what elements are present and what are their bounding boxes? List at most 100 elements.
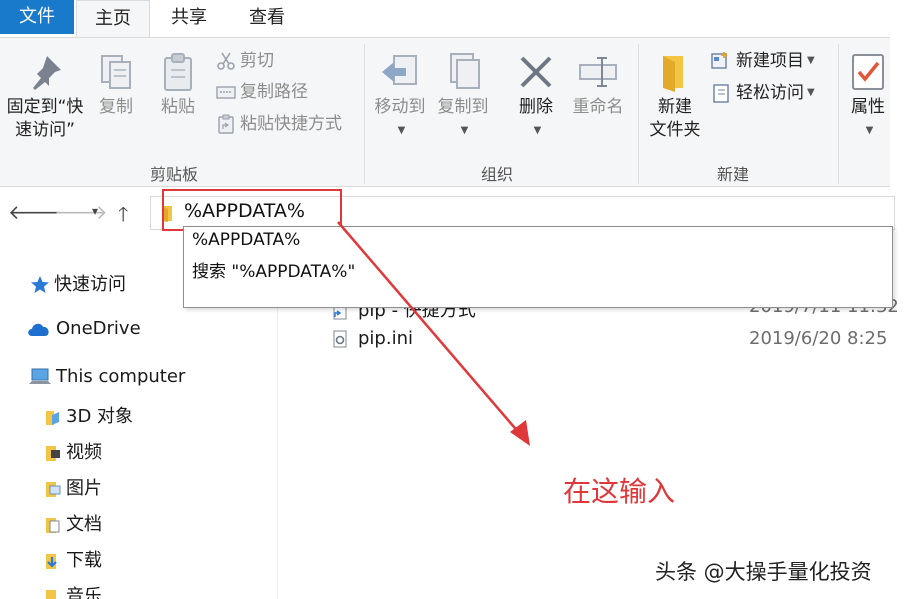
new-folder-label-line2: 文件夹 xyxy=(649,120,701,140)
file-date: 2019/6/20 8:25 xyxy=(749,328,888,349)
delete-x-icon xyxy=(520,56,552,88)
cube-3d-icon xyxy=(46,411,59,425)
paste-shortcut-button[interactable]: 粘贴快捷方式 xyxy=(216,113,342,135)
downloads-folder-icon xyxy=(46,554,57,569)
new-folder-label-line1: 新建 xyxy=(658,97,692,117)
nav-item-this-pc[interactable]: This computer xyxy=(28,366,185,387)
pin-icon xyxy=(33,56,61,90)
nav-item-videos[interactable]: 视频 xyxy=(42,438,102,464)
easy-access-icon xyxy=(713,84,729,103)
nav-item-documents[interactable]: 文档 xyxy=(42,510,102,536)
paste-shortcut-label: 粘贴快捷方式 xyxy=(240,114,342,134)
nav-item-3d-objects[interactable]: 3D 对象 xyxy=(42,402,133,428)
properties-button[interactable]: 属性 ▼ xyxy=(846,52,890,143)
group-divider xyxy=(364,44,365,184)
move-to-button[interactable]: 移动到 ▼ xyxy=(370,52,430,143)
nav-label: 3D 对象 xyxy=(66,406,134,427)
new-item-button[interactable]: 新建项目 ▼ xyxy=(710,50,815,72)
cut-label: 剪切 xyxy=(240,51,274,71)
ribbon: 固定到“快 速访问” 复制 粘贴 剪切 复制路径 粘贴快捷方式 剪贴板 移动到 … xyxy=(0,37,890,187)
copy-to-button[interactable]: 复制到 ▼ xyxy=(432,52,494,143)
nav-item-pictures[interactable]: 图片 xyxy=(42,474,102,500)
new-item-label: 新建项目 xyxy=(736,51,804,71)
new-folder-button[interactable]: 新建 文件夹 xyxy=(644,52,706,142)
tab-view[interactable]: 查看 xyxy=(228,0,306,38)
up-arrow-icon[interactable]: 🡑 xyxy=(118,200,128,234)
pictures-folder-icon xyxy=(46,482,61,497)
recent-locations-chevron-icon[interactable]: ▾ xyxy=(92,204,98,218)
copy-button[interactable]: 复制 xyxy=(94,52,138,119)
folder-icon xyxy=(162,206,172,222)
chevron-down-icon: ▼ xyxy=(460,125,469,136)
paste-label: 粘贴 xyxy=(161,97,195,117)
delete-button[interactable]: 删除 ▼ xyxy=(512,52,560,143)
clipboard-icon xyxy=(164,53,192,91)
nav-label: 音乐 xyxy=(66,586,102,599)
documents-folder-icon xyxy=(46,518,60,533)
scissors-icon xyxy=(217,52,235,70)
file-row[interactable]: pip.ini xyxy=(330,328,413,349)
properties-icon xyxy=(852,54,884,90)
nav-item-music[interactable]: 音乐 xyxy=(42,582,102,599)
annotation-text: 在这输入 xyxy=(563,475,676,508)
pin-label-line1: 固定到“快 xyxy=(6,97,84,117)
copy-path-icon xyxy=(216,86,236,99)
chevron-down-icon: ▼ xyxy=(533,125,542,136)
suggestion-item[interactable]: %APPDATA% xyxy=(192,230,300,250)
video-folder-icon xyxy=(46,446,60,461)
chevron-down-icon: ▼ xyxy=(865,125,874,136)
settings-file-icon xyxy=(333,330,347,348)
organize-group-label: 组织 xyxy=(481,165,514,184)
copy-label: 复制 xyxy=(99,97,133,117)
nav-label: OneDrive xyxy=(56,318,141,339)
paste-button[interactable]: 粘贴 xyxy=(156,52,200,119)
new-folder-icon xyxy=(663,56,683,92)
rename-icon xyxy=(579,57,617,87)
computer-icon xyxy=(29,368,51,384)
properties-label: 属性 xyxy=(851,97,885,117)
chevron-down-icon: ▼ xyxy=(807,87,815,98)
paste-shortcut-icon xyxy=(218,114,234,134)
copy-to-icon xyxy=(450,53,480,89)
tab-share[interactable]: 共享 xyxy=(152,0,226,38)
suggestion-search-item[interactable]: 搜索 "%APPDATA%" xyxy=(192,257,355,282)
pin-to-quick-access-button[interactable]: 固定到“快 速访问” xyxy=(2,52,88,142)
move-to-label: 移动到 xyxy=(374,97,426,117)
pin-label-line2: 速访问” xyxy=(15,120,75,140)
copy-path-label: 复制路径 xyxy=(240,82,308,102)
group-divider xyxy=(638,44,639,184)
nav-label: 视频 xyxy=(66,442,102,463)
watermark: 头条 @大操手量化投资 xyxy=(655,560,872,584)
chevron-down-icon: ▼ xyxy=(807,55,815,66)
cut-button[interactable]: 剪切 xyxy=(216,50,274,72)
easy-access-button[interactable]: 轻松访问 ▼ xyxy=(710,82,815,104)
delete-label: 删除 xyxy=(519,97,553,117)
nav-label: 文档 xyxy=(66,514,102,535)
tab-file[interactable]: 文件 xyxy=(0,0,74,34)
easy-access-label: 轻松访问 xyxy=(736,83,804,103)
file-name: pip.ini xyxy=(358,328,413,349)
group-divider xyxy=(838,44,839,184)
forward-arrow-icon[interactable]: 🡒 xyxy=(54,200,108,224)
move-to-icon xyxy=(382,55,417,85)
nav-label: 快速访问 xyxy=(54,274,126,295)
copy-icon xyxy=(101,55,131,89)
nav-item-onedrive[interactable]: OneDrive xyxy=(26,318,141,339)
address-bar[interactable] xyxy=(150,196,895,230)
address-input[interactable] xyxy=(184,200,484,222)
rename-button[interactable]: 重命名 xyxy=(566,52,630,119)
new-group-label: 新建 xyxy=(717,165,750,184)
nav-item-quick-access[interactable]: 快速访问 xyxy=(30,270,126,296)
chevron-down-icon: ▼ xyxy=(397,125,406,136)
nav-label: This computer xyxy=(56,366,186,387)
nav-label: 下载 xyxy=(66,550,102,571)
autocomplete-dropdown: %APPDATA% 搜索 "%APPDATA%" xyxy=(183,226,893,308)
nav-label: 图片 xyxy=(66,478,102,499)
tab-home[interactable]: 主页 xyxy=(76,0,150,38)
copy-to-label: 复制到 xyxy=(437,97,489,117)
nav-item-downloads[interactable]: 下载 xyxy=(42,546,102,572)
copy-path-button[interactable]: 复制路径 xyxy=(216,81,308,103)
star-icon xyxy=(31,276,49,293)
cloud-icon xyxy=(28,323,49,336)
music-folder-icon xyxy=(46,590,56,599)
